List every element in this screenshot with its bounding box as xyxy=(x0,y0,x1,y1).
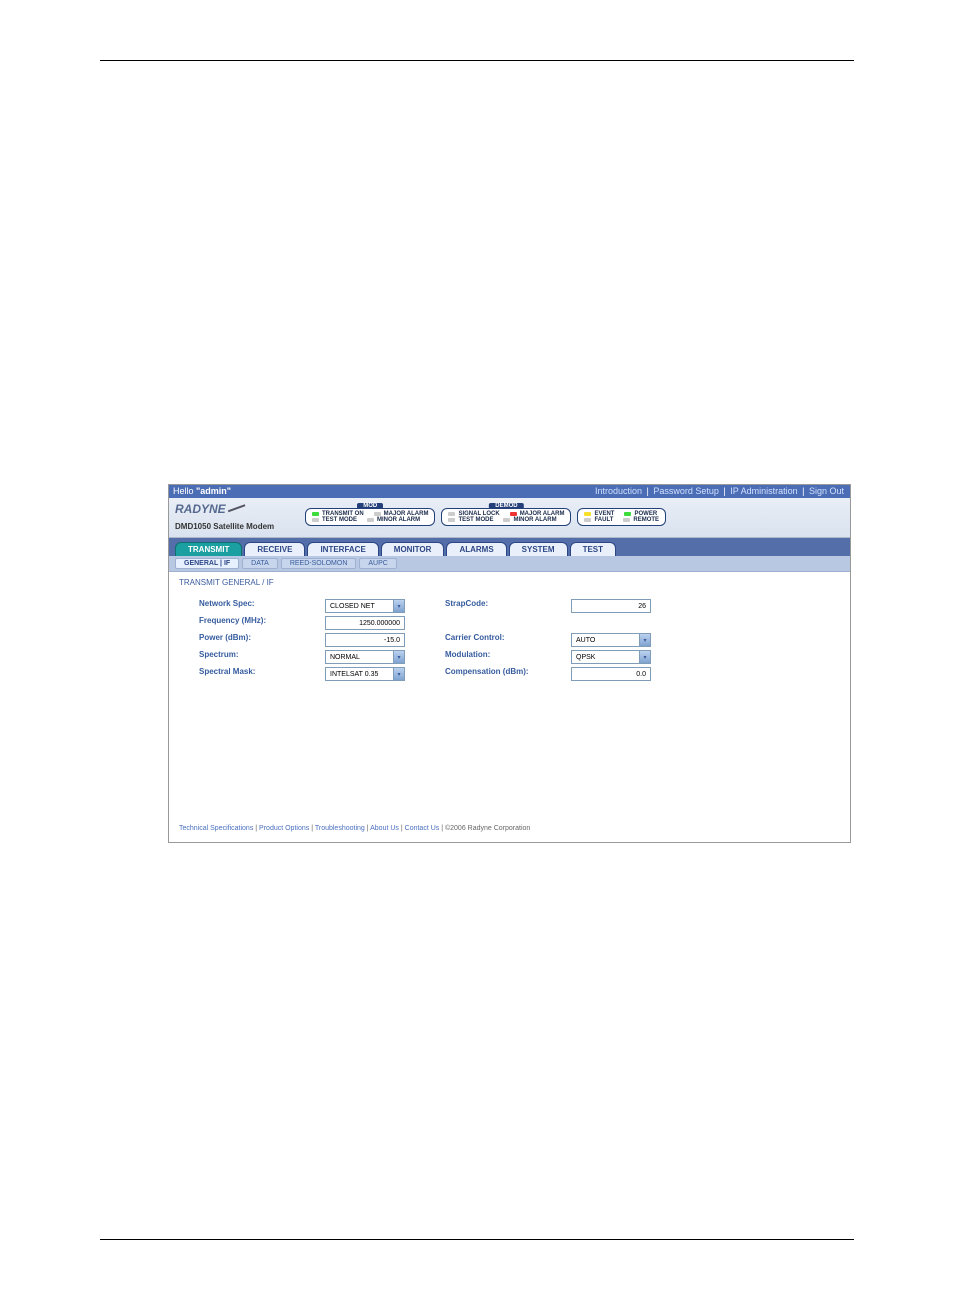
chevron-down-icon[interactable]: ▾ xyxy=(393,668,404,680)
toplink-introduction[interactable]: Introduction xyxy=(595,486,642,496)
input-compensation-dbm-[interactable] xyxy=(571,667,651,681)
footer-troubleshooting[interactable]: Troubleshooting xyxy=(315,825,365,832)
led-icon xyxy=(374,512,381,516)
subtab-general-if[interactable]: GENERAL | IF xyxy=(175,558,239,569)
tab-interface[interactable]: INTERFACE xyxy=(307,542,378,556)
tab-receive[interactable]: RECEIVE xyxy=(244,542,305,556)
label-frequency-mhz-: Frequency (MHz): xyxy=(199,616,319,630)
label-spectral-mask-: Spectral Mask: xyxy=(199,667,319,681)
led-icon xyxy=(584,512,591,516)
status-remote: REMOTE xyxy=(623,517,659,523)
status-mod-title: MOD xyxy=(357,503,383,509)
status-demod: DEMOD SIGNAL LOCKMAJOR ALARM TEST MODEMI… xyxy=(441,508,571,526)
select-modulation-[interactable]: QPSK▾ xyxy=(571,650,651,664)
chevron-down-icon[interactable]: ▾ xyxy=(639,651,650,663)
greeting-user: "admin" xyxy=(196,486,231,496)
panel-heading: TRANSMIT GENERAL / IF xyxy=(169,572,850,589)
select-spectral-mask-[interactable]: INTELSAT 0.35▾ xyxy=(325,667,405,681)
led-icon xyxy=(623,518,630,522)
tab-system[interactable]: SYSTEM xyxy=(509,542,568,556)
logo: RADYNE DMD1050 Satellite Modem xyxy=(175,502,295,531)
toplink-password-setup[interactable]: Password Setup xyxy=(653,486,719,496)
led-icon xyxy=(624,512,631,516)
led-icon xyxy=(312,518,319,522)
status-minor-alarm: MINOR ALARM xyxy=(367,517,420,523)
chevron-down-icon[interactable]: ▾ xyxy=(639,634,650,646)
status-mod: MOD TRANSMIT ONMAJOR ALARM TEST MODEMINO… xyxy=(305,508,435,526)
input-strapcode-[interactable] xyxy=(571,599,651,613)
input-frequency-mhz-[interactable] xyxy=(328,619,402,628)
select-network-spec-[interactable]: CLOSED NET▾ xyxy=(325,599,405,613)
status-groups: MOD TRANSMIT ONMAJOR ALARM TEST MODEMINO… xyxy=(305,508,666,526)
status-demod-title: DEMOD xyxy=(489,503,523,509)
label-network-spec-: Network Spec: xyxy=(199,599,319,613)
chevron-down-icon[interactable]: ▾ xyxy=(393,600,404,612)
toplink-ip-administration[interactable]: IP Administration xyxy=(730,486,797,496)
subtab-aupc[interactable]: AUPC xyxy=(359,558,396,569)
footer-technical-specifications[interactable]: Technical Specifications xyxy=(179,825,253,832)
input-frequency-mhz-[interactable] xyxy=(325,616,405,630)
subtab-reed-solomon[interactable]: REED-SOLOMON xyxy=(281,558,357,569)
form-panel: Network Spec: Frequency (MHz): Power (dBm)… xyxy=(169,589,850,819)
label-carrier-control-: Carrier Control: xyxy=(445,633,565,647)
device-name: DMD1050 Satellite Modem xyxy=(175,522,295,531)
footer: Technical Specifications | Product Optio… xyxy=(169,819,850,842)
label-modulation-: Modulation: xyxy=(445,650,565,664)
input-strapcode-[interactable] xyxy=(574,602,648,611)
input-power-dbm-[interactable] xyxy=(325,633,405,647)
footer-about-us[interactable]: About Us xyxy=(370,825,399,832)
label-power-dbm-: Power (dBm): xyxy=(199,633,319,647)
app-window: Hello "admin" Introduction | Password Se… xyxy=(168,484,851,843)
footer-product-options[interactable]: Product Options xyxy=(259,825,309,832)
led-icon xyxy=(367,518,374,522)
status-minor-alarm: MINOR ALARM xyxy=(503,517,556,523)
status-fault: FAULT xyxy=(584,517,613,523)
greeting: Hello "admin" xyxy=(173,485,231,498)
header: RADYNE DMD1050 Satellite Modem MOD TRANS… xyxy=(169,498,850,538)
select-carrier-control-[interactable]: AUTO▾ xyxy=(571,633,651,647)
led-icon xyxy=(503,518,510,522)
copyright: ©2006 Radyne Corporation xyxy=(445,825,530,832)
input-compensation-dbm-[interactable] xyxy=(574,670,648,679)
led-icon xyxy=(584,518,591,522)
tab-monitor[interactable]: MONITOR xyxy=(381,542,445,556)
label-gap xyxy=(445,616,565,630)
select-spectrum-[interactable]: NORMAL▾ xyxy=(325,650,405,664)
top-bar: Hello "admin" Introduction | Password Se… xyxy=(169,485,850,498)
input-power-dbm-[interactable] xyxy=(328,636,402,645)
status-system: EVENTPOWER FAULTREMOTE xyxy=(577,508,666,526)
chevron-down-icon[interactable]: ▾ xyxy=(393,651,404,663)
led-icon xyxy=(312,512,319,516)
nav-tabs: TRANSMITRECEIVEINTERFACEMONITORALARMSSYS… xyxy=(169,538,850,556)
subtab-data[interactable]: DATA xyxy=(242,558,278,569)
led-icon xyxy=(448,512,455,516)
status-test-mode: TEST MODE xyxy=(448,517,493,523)
tab-alarms[interactable]: ALARMS xyxy=(446,542,506,556)
led-icon xyxy=(448,518,455,522)
top-links: Introduction | Password Setup | IP Admin… xyxy=(593,485,846,498)
status-test-mode: TEST MODE xyxy=(312,517,357,523)
tab-test[interactable]: TEST xyxy=(570,542,616,556)
label-spectrum-: Spectrum: xyxy=(199,650,319,664)
label-strapcode-: StrapCode: xyxy=(445,599,565,613)
toplink-sign-out[interactable]: Sign Out xyxy=(809,486,844,496)
greeting-prefix: Hello xyxy=(173,486,196,496)
tab-transmit[interactable]: TRANSMIT xyxy=(175,542,242,556)
led-icon xyxy=(510,512,517,516)
sub-tabs: GENERAL | IFDATAREED-SOLOMONAUPC xyxy=(169,556,850,572)
label-compensation-dbm-: Compensation (dBm): xyxy=(445,667,565,681)
brand-name: RADYNE xyxy=(175,502,295,516)
footer-contact-us[interactable]: Contact Us xyxy=(405,825,440,832)
